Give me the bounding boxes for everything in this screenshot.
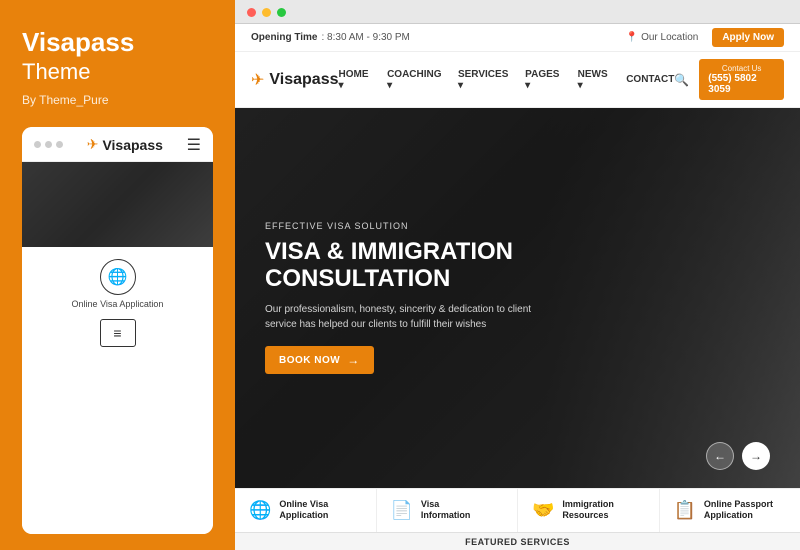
mobile-mockup: ✈ Visapass ☰ 🌐 Online Visa Application ≡ bbox=[22, 127, 213, 534]
nav-logo-star-icon: ✈ bbox=[251, 70, 264, 90]
location-pin-icon: 📍 bbox=[626, 32, 638, 43]
brand-title: Visapass bbox=[22, 28, 213, 57]
mobile-dots bbox=[34, 141, 63, 148]
online-visa-name: Online VisaApplication bbox=[279, 499, 328, 522]
hero-title: VISA & IMMIGRATION CONSULTATION bbox=[265, 239, 585, 292]
mobile-hero-image bbox=[22, 162, 213, 247]
mobile-dot-2 bbox=[45, 141, 52, 148]
website-topbar: Opening Time : 8:30 AM - 9:30 PM 📍 Our L… bbox=[235, 24, 800, 52]
mobile-logo: ✈ Visapass bbox=[87, 136, 163, 153]
topbar-left: Opening Time : 8:30 AM - 9:30 PM bbox=[251, 32, 410, 43]
immigration-icon: 🤝 bbox=[532, 500, 554, 521]
nav-contact-label: Contact Us bbox=[722, 64, 762, 73]
hero-description: Our professionalism, honesty, sincerity … bbox=[265, 302, 535, 332]
nav-link-news[interactable]: NEWS ▾ bbox=[578, 69, 613, 91]
website-hero: EFFECTIVE VISA SOLUTION VISA & IMMIGRATI… bbox=[235, 108, 800, 488]
brand-subtitle: Theme bbox=[22, 59, 213, 85]
browser-dot-green[interactable] bbox=[277, 8, 286, 17]
brand-author: By Theme_Pure bbox=[22, 93, 213, 107]
nav-link-home[interactable]: HOME ▾ bbox=[339, 69, 374, 91]
opening-time-label: Opening Time bbox=[251, 32, 318, 43]
online-visa-icon: 🌐 bbox=[249, 500, 271, 521]
location-item: 📍 Our Location bbox=[626, 32, 699, 43]
visa-info-name: VisaInformation bbox=[421, 499, 471, 522]
mobile-visa-label: Online Visa Application bbox=[72, 299, 164, 309]
website-services-bar: 🌐 Online VisaApplication 📄 VisaInformati… bbox=[235, 488, 800, 532]
visa-info-text: VisaInformation bbox=[421, 499, 471, 522]
mobile-logo-star-icon: ✈ bbox=[87, 136, 99, 153]
hero-next-arrow[interactable]: → bbox=[742, 442, 770, 470]
apply-now-button[interactable]: Apply Now bbox=[712, 28, 784, 47]
nav-contact-phone: (555) 5802 3059 bbox=[708, 73, 775, 95]
passport-icon: 📋 bbox=[674, 500, 696, 521]
nav-link-contact[interactable]: CONTACT bbox=[626, 74, 674, 85]
hero-eyebrow: EFFECTIVE VISA SOLUTION bbox=[265, 221, 585, 231]
book-now-button[interactable]: BOOK NOW → bbox=[265, 346, 374, 374]
left-panel: Visapass Theme By Theme_Pure ✈ Visapass … bbox=[0, 0, 235, 550]
nav-logo-text: Visapass bbox=[269, 71, 338, 89]
service-item-passport[interactable]: 📋 Online PassportApplication bbox=[660, 489, 800, 532]
location-text: Our Location bbox=[641, 32, 698, 43]
nav-right: 🔍 Contact Us (555) 5802 3059 bbox=[674, 59, 784, 100]
mobile-visa-icon-item: 🌐 Online Visa Application bbox=[72, 259, 164, 309]
service-item-online-visa[interactable]: 🌐 Online VisaApplication bbox=[235, 489, 377, 532]
mobile-dot-1 bbox=[34, 141, 41, 148]
online-visa-text: Online VisaApplication bbox=[279, 499, 328, 522]
nav-link-pages[interactable]: PAGES ▾ bbox=[525, 69, 563, 91]
immigration-name: ImmigrationResources bbox=[562, 499, 614, 522]
visa-info-icon: 📄 bbox=[391, 500, 413, 521]
right-panel: Opening Time : 8:30 AM - 9:30 PM 📍 Our L… bbox=[235, 0, 800, 550]
book-now-arrow-icon: → bbox=[347, 353, 360, 367]
book-now-label: BOOK NOW bbox=[279, 355, 340, 366]
nav-search-icon[interactable]: 🔍 bbox=[674, 73, 689, 87]
nav-link-services[interactable]: SERVICES ▾ bbox=[458, 69, 511, 91]
passport-name: Online PassportApplication bbox=[704, 499, 773, 522]
nav-logo[interactable]: ✈ Visapass bbox=[251, 70, 339, 90]
mobile-bottom-section: 🌐 Online Visa Application ≡ bbox=[22, 247, 213, 534]
service-item-visa-info[interactable]: 📄 VisaInformation bbox=[377, 489, 519, 532]
mobile-top-bar: ✈ Visapass ☰ bbox=[22, 127, 213, 162]
browser-chrome bbox=[235, 0, 800, 24]
browser-dot-red[interactable] bbox=[247, 8, 256, 17]
nav-links: HOME ▾ COACHING ▾ SERVICES ▾ PAGES ▾ NEW… bbox=[339, 69, 675, 91]
browser-dot-yellow[interactable] bbox=[262, 8, 271, 17]
mobile-hamburger-icon[interactable]: ☰ bbox=[187, 135, 201, 155]
website-nav: ✈ Visapass HOME ▾ COACHING ▾ SERVICES ▾ … bbox=[235, 52, 800, 108]
mobile-doc-icon: ≡ bbox=[100, 319, 136, 347]
nav-link-coaching[interactable]: COACHING ▾ bbox=[387, 69, 444, 91]
mobile-logo-text: Visapass bbox=[102, 137, 162, 153]
website-frame: Opening Time : 8:30 AM - 9:30 PM 📍 Our L… bbox=[235, 24, 800, 550]
nav-contact-box: Contact Us (555) 5802 3059 bbox=[699, 59, 784, 100]
topbar-right: 📍 Our Location Apply Now bbox=[626, 28, 784, 47]
featured-services-label: FEATURED SERVICES bbox=[235, 532, 800, 550]
hero-content: EFFECTIVE VISA SOLUTION VISA & IMMIGRATI… bbox=[265, 221, 585, 374]
hero-nav-arrows: ← → bbox=[706, 442, 770, 470]
hero-prev-arrow[interactable]: ← bbox=[706, 442, 734, 470]
mobile-dot-3 bbox=[56, 141, 63, 148]
mobile-globe-icon: 🌐 bbox=[100, 259, 136, 295]
service-item-immigration[interactable]: 🤝 ImmigrationResources bbox=[518, 489, 660, 532]
mobile-doc-icon-item: ≡ bbox=[100, 319, 136, 347]
passport-text: Online PassportApplication bbox=[704, 499, 773, 522]
opening-time-value: : 8:30 AM - 9:30 PM bbox=[322, 32, 410, 43]
immigration-text: ImmigrationResources bbox=[562, 499, 614, 522]
